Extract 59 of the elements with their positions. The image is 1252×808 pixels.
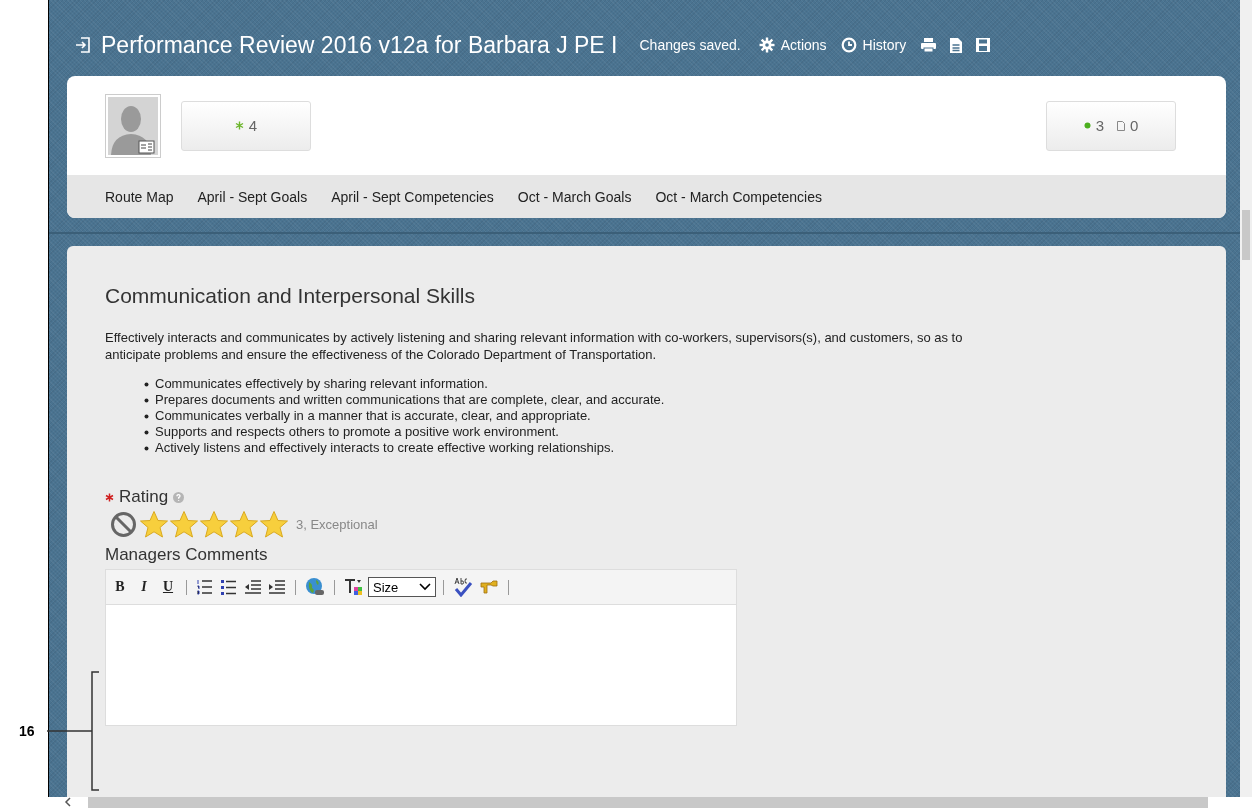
star-icon[interactable]: [259, 510, 289, 539]
document-icon: [1117, 120, 1125, 131]
clear-rating-icon[interactable]: [110, 511, 137, 538]
asterisk-icon: [234, 121, 244, 130]
bullet-list-icon[interactable]: [220, 578, 238, 596]
size-select[interactable]: Size: [368, 577, 436, 597]
spellcheck-icon[interactable]: [453, 577, 473, 597]
behavior-item: Actively listens and effectively interacts to create effective working relationships.: [155, 440, 615, 456]
behavior-item: Prepares documents and written communications that are complete, clear, and accurate.: [155, 392, 665, 408]
nav-tab[interactable]: April - Sept Goals: [197, 188, 308, 205]
competency-description: Effectively interacts and communicates by actively listening and sharing relevant information with co-workers, supervisors(s), and customers, so as to anticipate problems and ensure the effectiveness of the Colorado Department of Transportation.: [105, 329, 964, 363]
comments-label: Managers Comments: [105, 545, 269, 565]
actions-button[interactable]: Actions: [758, 37, 827, 53]
nav-tab[interactable]: Oct - March Goals: [517, 188, 632, 205]
history-button[interactable]: History: [840, 37, 907, 53]
rating-label: Rating: [119, 487, 169, 507]
bullet-icon: [144, 398, 149, 403]
gear-icon: [758, 37, 775, 53]
star-icon[interactable]: [139, 510, 169, 539]
review-title: Performance Review 2016 v12a for Barbara J PE I: [101, 31, 618, 59]
competency-title: Communication and Interpersonal Skills: [105, 284, 476, 308]
save-status: Changes saved.: [639, 37, 741, 53]
format-button[interactable]: B: [109, 576, 131, 598]
exit-icon[interactable]: [75, 36, 91, 54]
dot-icon: [1083, 122, 1091, 129]
indent-icon[interactable]: [268, 578, 286, 596]
clock-icon: [840, 37, 857, 53]
vertical-scrollbar[interactable]: [1240, 0, 1252, 797]
callout-number: 16: [19, 723, 35, 739]
save-icon[interactable]: [975, 37, 992, 53]
behavior-item: Communicates verbally in a manner that is accurate, clear, and appropriate.: [155, 408, 591, 424]
format-button[interactable]: U: [157, 576, 179, 598]
bullet-icon: [144, 446, 149, 451]
scroll-left-icon[interactable]: [64, 797, 72, 807]
text-color-icon[interactable]: [344, 577, 364, 597]
goals-count-button[interactable]: 4: [181, 100, 311, 151]
avatar: [105, 93, 161, 158]
format-button[interactable]: I: [133, 576, 155, 598]
rating-reading: 3, Exceptional: [296, 517, 378, 532]
globe-link-icon[interactable]: [305, 577, 325, 597]
print-icon[interactable]: [920, 37, 938, 53]
nav-tab[interactable]: April - Sept Competencies: [331, 188, 494, 205]
bullet-icon: [144, 382, 149, 387]
status-counts-button[interactable]: 3 0: [1046, 100, 1176, 151]
outdent-icon[interactable]: [244, 578, 262, 596]
document-icon[interactable]: [949, 36, 964, 54]
caret-icon: [419, 583, 431, 591]
bullet-icon: [144, 430, 149, 435]
comments-field[interactable]: [106, 605, 736, 725]
star-icon[interactable]: [169, 510, 199, 539]
nav-tab[interactable]: Oct - March Competencies: [655, 188, 822, 205]
eraser-icon[interactable]: [479, 577, 499, 597]
behavior-item: Communicates effectively by sharing relevant information.: [155, 376, 488, 392]
behavior-item: Supports and respects others to promote a positive work environment.: [155, 424, 559, 440]
numbered-list-icon[interactable]: [196, 578, 214, 596]
star-icon[interactable]: [199, 510, 229, 539]
star-icon[interactable]: [229, 510, 259, 539]
bullet-icon: [144, 414, 149, 419]
nav-tab[interactable]: Route Map: [105, 188, 174, 205]
